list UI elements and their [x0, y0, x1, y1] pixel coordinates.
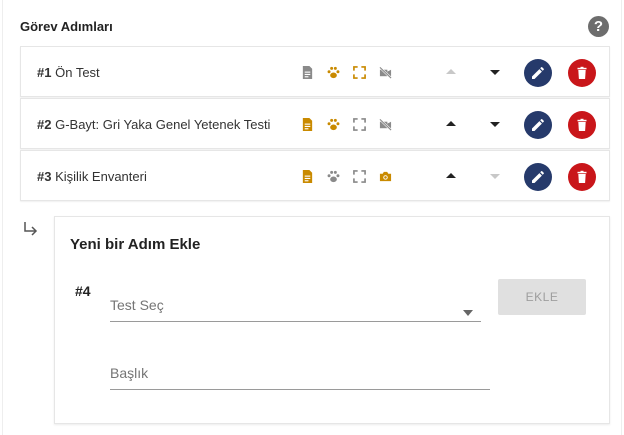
document-icon[interactable] [301, 118, 314, 131]
move-up-icon[interactable] [446, 119, 456, 129]
edit-button[interactable] [524, 59, 552, 87]
move-up-icon[interactable] [446, 67, 456, 77]
paw-icon[interactable] [327, 170, 340, 183]
add-step-title: Yeni bir Adım Ekle [70, 236, 201, 253]
fullscreen-icon[interactable] [353, 170, 366, 183]
step-row: #1 Ön Test [20, 46, 610, 97]
step-label: #2 G-Bayt: Gri Yaka Genel Yetenek Testi [37, 99, 270, 150]
step-number: #2 [37, 117, 52, 132]
new-step-number: #4 [75, 283, 91, 299]
video-off-icon[interactable] [379, 118, 392, 131]
document-icon[interactable] [301, 170, 314, 183]
step-label: #1 Ön Test [37, 47, 100, 98]
fullscreen-icon[interactable] [353, 66, 366, 79]
delete-button[interactable] [568, 59, 596, 87]
step-name: Ön Test [55, 65, 100, 80]
fullscreen-icon[interactable] [353, 118, 366, 131]
trash-icon [577, 118, 587, 131]
step-label: #3 Kişilik Envanteri [37, 151, 147, 202]
chevron-down-icon [463, 303, 473, 316]
add-button[interactable]: EKLE [498, 279, 586, 315]
steps-list: #1 Ön Test #2 G-Bayt: Gri Yaka Genel Yet… [20, 46, 610, 202]
camera-icon[interactable] [379, 170, 392, 183]
test-select-dropdown[interactable]: Test Seç [110, 289, 481, 322]
delete-button[interactable] [568, 163, 596, 191]
move-down-icon[interactable] [490, 67, 500, 77]
trash-icon [577, 66, 587, 79]
trash-icon [577, 170, 587, 183]
edit-button[interactable] [524, 163, 552, 191]
step-row: #2 G-Bayt: Gri Yaka Genel Yetenek Testi [20, 98, 610, 149]
step-name: Kişilik Envanteri [55, 169, 147, 184]
step-name: G-Bayt: Gri Yaka Genel Yetenek Testi [55, 117, 271, 132]
move-up-icon[interactable] [446, 171, 456, 181]
add-step-card: Yeni bir Adım Ekle #4 Test Seç EKLE Başl… [54, 216, 610, 424]
step-row: #3 Kişilik Envanteri [20, 150, 610, 201]
document-icon[interactable] [301, 66, 314, 79]
move-down-icon[interactable] [490, 119, 500, 129]
task-steps-panel: Görev Adımları ? #1 Ön Test #2 G-Bayt: G… [2, 0, 622, 435]
help-icon[interactable]: ? [588, 16, 609, 37]
move-down-icon[interactable] [490, 171, 500, 181]
paw-icon[interactable] [327, 66, 340, 79]
step-number: #3 [37, 169, 52, 184]
title-placeholder: Başlık [110, 365, 149, 381]
step-number: #1 [37, 65, 52, 80]
paw-icon[interactable] [327, 118, 340, 131]
video-off-icon[interactable] [379, 66, 392, 79]
edit-button[interactable] [524, 111, 552, 139]
pencil-icon [532, 119, 544, 131]
sub-step-arrow-icon [22, 220, 40, 238]
title-input[interactable]: Başlık [110, 359, 490, 390]
pencil-icon [532, 171, 544, 183]
pencil-icon [532, 67, 544, 79]
delete-button[interactable] [568, 111, 596, 139]
section-title: Görev Adımları [20, 19, 113, 34]
test-select-placeholder: Test Seç [110, 297, 164, 313]
